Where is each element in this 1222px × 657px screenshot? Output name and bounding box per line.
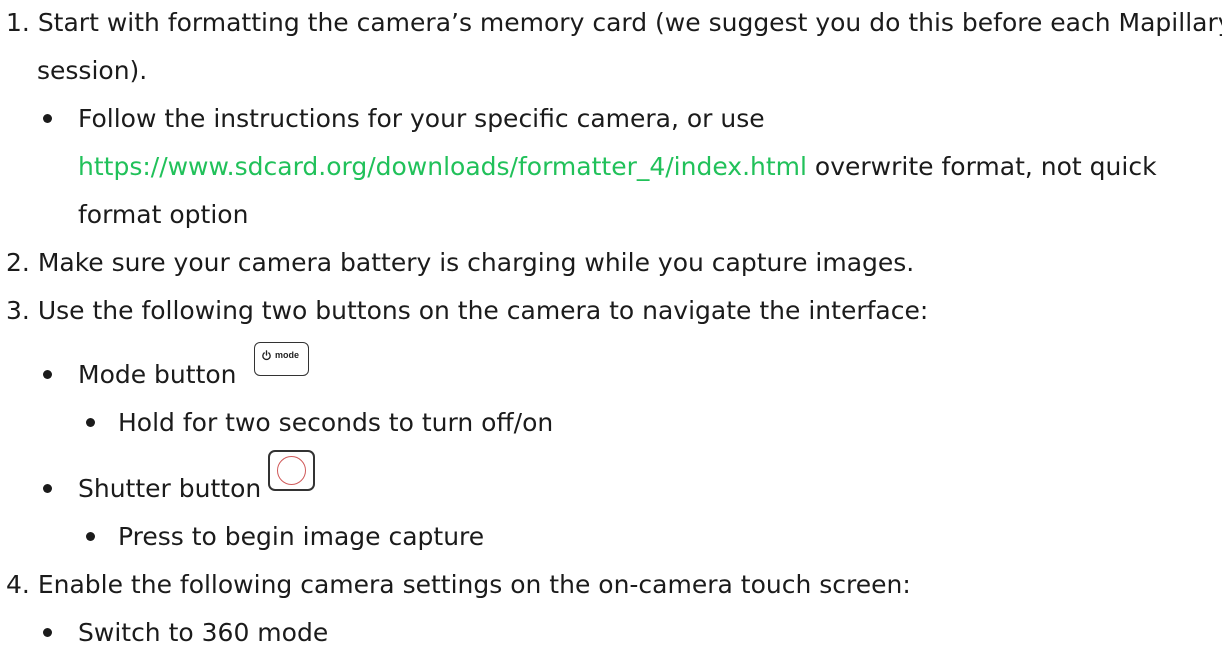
mode-button-item: Mode button <box>78 351 237 399</box>
step-1-sub-item: Follow the instructions for your specifi… <box>78 95 765 143</box>
step-number: 3. <box>6 296 30 325</box>
shutter-button-instruction: Press to begin image capture <box>118 522 485 551</box>
shutter-ring <box>277 456 306 485</box>
step-number: 4. <box>6 570 30 599</box>
mode-button-label: Mode button <box>78 360 237 389</box>
sub-item-text-after-link: overwrite format, not quick <box>806 152 1157 181</box>
step-text: Enable the following camera settings on … <box>37 570 911 599</box>
bullet-icon <box>86 532 95 541</box>
shutter-button-label: Shutter button <box>78 474 262 503</box>
bullet-icon <box>43 114 52 123</box>
step-number: 2. <box>6 248 30 277</box>
step-4-sub-item: Switch to 360 mode <box>78 609 328 657</box>
sub-item-text-end: format option <box>78 200 249 229</box>
step-text: Use the following two buttons on the cam… <box>37 296 929 325</box>
step-1-continued: session). <box>37 47 147 95</box>
mode-button-instruction: Hold for two seconds to turn off/on <box>118 408 554 437</box>
bullet-icon <box>86 418 95 427</box>
step-text-continued: session). <box>37 56 148 85</box>
step-2: 2. Make sure your camera battery is char… <box>6 239 914 287</box>
bullet-icon <box>43 484 52 493</box>
step-1-sub-item-continued: https://www.sdcard.org/downloads/formatt… <box>78 143 1157 191</box>
sdcard-formatter-link[interactable]: https://www.sdcard.org/downloads/formatt… <box>78 152 807 181</box>
shutter-button-icon <box>268 450 315 491</box>
sub-item-text: Follow the instructions for your specifi… <box>78 104 765 133</box>
step-3: 3. Use the following two buttons on the … <box>6 287 928 335</box>
step-text: Start with formatting the camera’s memor… <box>37 8 1222 37</box>
mode-icon-label: mode <box>275 350 300 360</box>
step-1-sub-item-continued-2: format option <box>78 191 248 239</box>
step-number: 1. <box>6 8 30 37</box>
step-1: 1. Start with formatting the camera’s me… <box>6 0 1222 47</box>
shutter-button-sub-item: Press to begin image capture <box>118 513 484 561</box>
power-icon <box>262 350 271 361</box>
bullet-icon <box>43 628 52 637</box>
step-text: Make sure your camera battery is chargin… <box>37 248 915 277</box>
power-mode-button-icon: mode <box>254 342 309 376</box>
mode-button-sub-item: Hold for two seconds to turn off/on <box>118 399 553 447</box>
step-4: 4. Enable the following camera settings … <box>6 561 911 609</box>
shutter-button-item: Shutter button <box>78 465 261 513</box>
bullet-icon <box>43 370 52 379</box>
